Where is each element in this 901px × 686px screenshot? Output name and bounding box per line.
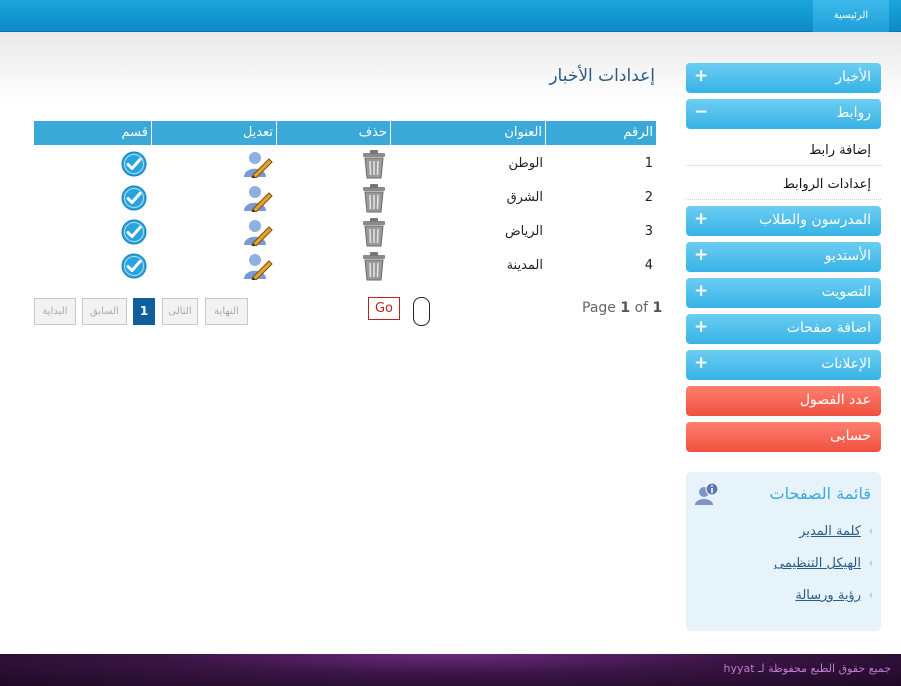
trash-icon[interactable]: [361, 149, 387, 179]
submenu-links-settings[interactable]: إعدادات الروابط: [686, 170, 881, 200]
pages-box-title: قائمة الصفحات: [769, 484, 871, 503]
submenu-label: إضافة رابط: [809, 143, 871, 158]
pager-of-word: of: [634, 300, 649, 316]
table-header: الرقم العنوان حذف تعديل قسم: [33, 121, 656, 145]
copyright-text: جميع حقوق الطبع محفوظة لـ hyyat: [723, 662, 891, 675]
expand-icon: +: [694, 209, 709, 229]
column-header-title[interactable]: العنوان: [390, 121, 545, 145]
row-number: 3: [644, 224, 653, 239]
column-header-number[interactable]: الرقم: [545, 121, 656, 145]
go-button[interactable]: Go: [368, 297, 400, 320]
expand-icon: +: [694, 317, 709, 337]
chevron-icon: ›: [869, 526, 873, 537]
user-edit-icon[interactable]: [243, 184, 273, 212]
trash-icon[interactable]: [361, 251, 387, 281]
top-bar: الرئيسية: [0, 0, 901, 32]
row-title: الشرق: [506, 190, 543, 205]
menu-teachers-students[interactable]: المدرسون والطلاب +: [686, 206, 881, 236]
classes-count-button[interactable]: عدد الفصول: [686, 386, 881, 416]
menu-voting[interactable]: التصويت +: [686, 278, 881, 308]
user-edit-icon[interactable]: [243, 150, 273, 178]
trash-icon[interactable]: [361, 217, 387, 247]
trash-icon[interactable]: [361, 183, 387, 213]
menu-add-pages[interactable]: اضافة صفحات +: [686, 314, 881, 344]
page-link-org-structure[interactable]: الهيكل التنظيمى: [774, 556, 861, 571]
user-edit-icon[interactable]: [243, 252, 273, 280]
menu-label: الإعلانات: [821, 356, 871, 372]
menu-label: التصويت: [821, 284, 871, 300]
menu-label: روابط: [836, 105, 871, 121]
pager-page-word: Page: [582, 300, 616, 316]
chevron-icon: ›: [869, 590, 873, 601]
row-title: الرياض: [504, 224, 543, 239]
collapse-icon: −: [694, 102, 709, 122]
footer: جميع حقوق الطبع محفوظة لـ hyyat: [0, 654, 901, 686]
row-title: المدينة: [506, 258, 543, 273]
menu-label: المدرسون والطلاب: [759, 212, 871, 228]
page-link-vision-mission[interactable]: رؤية ورسالة: [795, 588, 861, 603]
menu-label: الأخبار: [835, 69, 871, 85]
row-number: 2: [644, 190, 653, 205]
row-number: 1: [644, 156, 653, 171]
row-title: الوطن: [508, 156, 543, 171]
pager-previous-button[interactable]: السابق: [82, 298, 127, 325]
pager-total: 1: [652, 300, 663, 316]
page-number-input[interactable]: [413, 297, 430, 326]
pager-last-button[interactable]: النهاية: [205, 298, 248, 325]
pager-next-button[interactable]: التالى: [162, 298, 198, 325]
user-edit-icon[interactable]: [243, 218, 273, 246]
pager-first-button[interactable]: البداية: [34, 298, 76, 325]
menu-label: اضافة صفحات: [786, 320, 871, 336]
my-account-button[interactable]: حسابى: [686, 422, 881, 452]
page-link-director-word[interactable]: كلمة المدير: [799, 524, 861, 539]
check-icon[interactable]: [121, 253, 147, 279]
column-header-delete: حذف: [276, 121, 390, 145]
page-title: إعدادات الأخبار: [549, 66, 655, 86]
column-header-edit: تعديل: [151, 121, 276, 145]
user-info-icon: [695, 482, 719, 505]
column-header-section: قسم: [33, 121, 151, 145]
row-number: 4: [644, 258, 653, 273]
menu-news[interactable]: الأخبار +: [686, 63, 881, 93]
expand-icon: +: [694, 353, 709, 373]
table-row: 3 الرياض: [33, 215, 656, 249]
check-icon[interactable]: [121, 185, 147, 211]
pager-info: Page 1 of 1: [582, 300, 662, 316]
chevron-icon: ›: [869, 558, 873, 569]
menu-label: الأستديو: [824, 248, 871, 264]
submenu-add-link[interactable]: إضافة رابط: [686, 136, 881, 166]
table-row: 1 الوطن: [33, 147, 656, 181]
pager-page-1-button[interactable]: 1: [133, 298, 155, 325]
pager-current: 1: [620, 300, 631, 316]
table-row: 2 الشرق: [33, 181, 656, 215]
home-tab[interactable]: الرئيسية: [813, 0, 889, 32]
submenu-label: إعدادات الروابط: [782, 177, 871, 192]
check-icon[interactable]: [121, 219, 147, 245]
menu-ads[interactable]: الإعلانات +: [686, 350, 881, 380]
menu-studio[interactable]: الأستديو +: [686, 242, 881, 272]
button-label: عدد الفصول: [799, 392, 871, 408]
menu-links[interactable]: روابط −: [686, 99, 881, 129]
button-label: حسابى: [830, 428, 871, 444]
expand-icon: +: [694, 281, 709, 301]
pages-list-box: قائمة الصفحات › كلمة المدير › الهيكل الت…: [686, 472, 881, 631]
expand-icon: +: [694, 66, 709, 86]
table-row: 4 المدينة: [33, 249, 656, 283]
expand-icon: +: [694, 245, 709, 265]
check-icon[interactable]: [121, 151, 147, 177]
